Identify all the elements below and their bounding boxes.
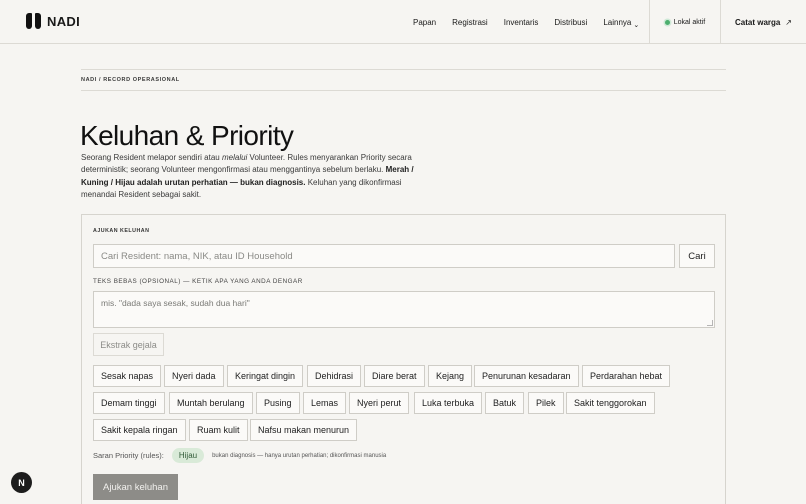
symptom-chip-sesak-napas[interactable]: Sesak napas: [93, 365, 162, 387]
extract-symptoms-button[interactable]: Ekstrak gejala: [93, 333, 164, 356]
priority-badge: Hijau: [171, 448, 205, 463]
free-text-input[interactable]: [93, 291, 715, 328]
fab-label: N: [18, 477, 25, 488]
symptom-chip-nafsu-makan-menurun[interactable]: Nafsu makan menurun: [250, 419, 358, 441]
symptom-chip-dehidrasi[interactable]: Dehidrasi: [307, 365, 362, 387]
submit-complaint-button[interactable]: Ajukan keluhan: [93, 474, 178, 500]
complaint-form-card: AJUKAN KELUHAN Cari TEKS BEBAS (OPSIONAL…: [81, 214, 726, 504]
status-dot-icon: [664, 19, 670, 25]
nav-item-registrasi[interactable]: Registrasi: [452, 18, 488, 27]
desc-emphasis: melalui: [221, 153, 248, 162]
symptom-chip-kejang[interactable]: Kejang: [428, 365, 473, 387]
chevron-down-icon: ⌄: [633, 21, 640, 29]
nav-item-inventaris[interactable]: Inventaris: [504, 18, 539, 27]
section-label: AJUKAN KELUHAN: [93, 228, 150, 234]
symptom-chip-muntah-berulang[interactable]: Muntah berulang: [169, 392, 253, 414]
symptom-chip-demam-tinggi[interactable]: Demam tinggi: [93, 392, 165, 414]
breadcrumb: NADI / RECORD OPERASIONAL: [81, 69, 726, 91]
symptom-chip-lemas[interactable]: Lemas: [303, 392, 347, 414]
symptom-chip-perdarahan-hebat[interactable]: Perdarahan hebat: [582, 365, 671, 387]
nav-item-distribusi[interactable]: Distribusi: [554, 18, 587, 27]
arrow-up-right-icon: ↗: [785, 17, 792, 27]
nadi-logo-icon: [26, 13, 41, 29]
nadi-n-icon[interactable]: N: [11, 472, 32, 493]
local-status: Lokal aktif: [649, 0, 721, 44]
page-title: Keluhan & Priority: [80, 120, 294, 151]
search-button[interactable]: Cari: [679, 244, 715, 268]
priority-label: Saran Priority (rules):: [93, 451, 164, 460]
free-text-label: TEKS BEBAS (OPSIONAL) — KETIK APA YANG A…: [93, 278, 303, 285]
local-status-label: Lokal aktif: [673, 18, 706, 26]
symptom-chip-sakit-kepala-ringan[interactable]: Sakit kepala ringan: [93, 419, 186, 441]
top-navigation-bar: NADI Papan Registrasi Inventaris Distrib…: [0, 0, 806, 44]
resident-search-input[interactable]: [93, 244, 675, 268]
symptom-chip-diare-berat[interactable]: Diare berat: [364, 365, 425, 387]
symptom-chip-batuk[interactable]: Batuk: [485, 392, 525, 414]
symptom-chip-nyeri-dada[interactable]: Nyeri dada: [164, 365, 224, 387]
brand-name: NADI: [47, 13, 80, 29]
nav-item-lainnya[interactable]: Lainnya ⌄: [603, 17, 640, 29]
catat-warga-button[interactable]: Catat warga ↗: [721, 0, 806, 44]
symptom-chip-pilek[interactable]: Pilek: [528, 392, 564, 414]
symptom-chip-keringat-dingin[interactable]: Keringat dingin: [227, 365, 304, 387]
symptom-chip-penurunan-kesadaran[interactable]: Penurunan kesadaran: [474, 365, 579, 387]
page-description: Seorang Resident melapor sendiri atau me…: [81, 152, 421, 201]
priority-note: bukan diagnosis — hanya urutan perhatian…: [212, 452, 387, 459]
symptom-chip-sakit-tenggorokan[interactable]: Sakit tenggorokan: [566, 392, 655, 414]
symptom-chip-ruam-kulit[interactable]: Ruam kulit: [189, 419, 248, 441]
nav-item-lainnya-label: Lainnya: [603, 17, 632, 27]
catat-warga-label: Catat warga: [735, 17, 781, 27]
nav-item-papan[interactable]: Papan: [413, 18, 436, 27]
symptom-chip-nyeri-perut[interactable]: Nyeri perut: [349, 392, 410, 414]
symptom-chip-luka-terbuka[interactable]: Luka terbuka: [414, 392, 483, 414]
symptom-chip-pusing[interactable]: Pusing: [256, 392, 300, 414]
priority-suggestion: Saran Priority (rules): Hijau bukan diag…: [93, 448, 386, 463]
breadcrumb-text: NADI / RECORD OPERASIONAL: [81, 77, 180, 83]
resize-handle-icon[interactable]: [707, 320, 713, 326]
brand[interactable]: NADI: [26, 13, 80, 29]
desc-part-1: Seorang Resident melapor sendiri atau: [81, 153, 222, 162]
main-nav: Papan Registrasi Inventaris Distribusi L…: [413, 0, 655, 44]
